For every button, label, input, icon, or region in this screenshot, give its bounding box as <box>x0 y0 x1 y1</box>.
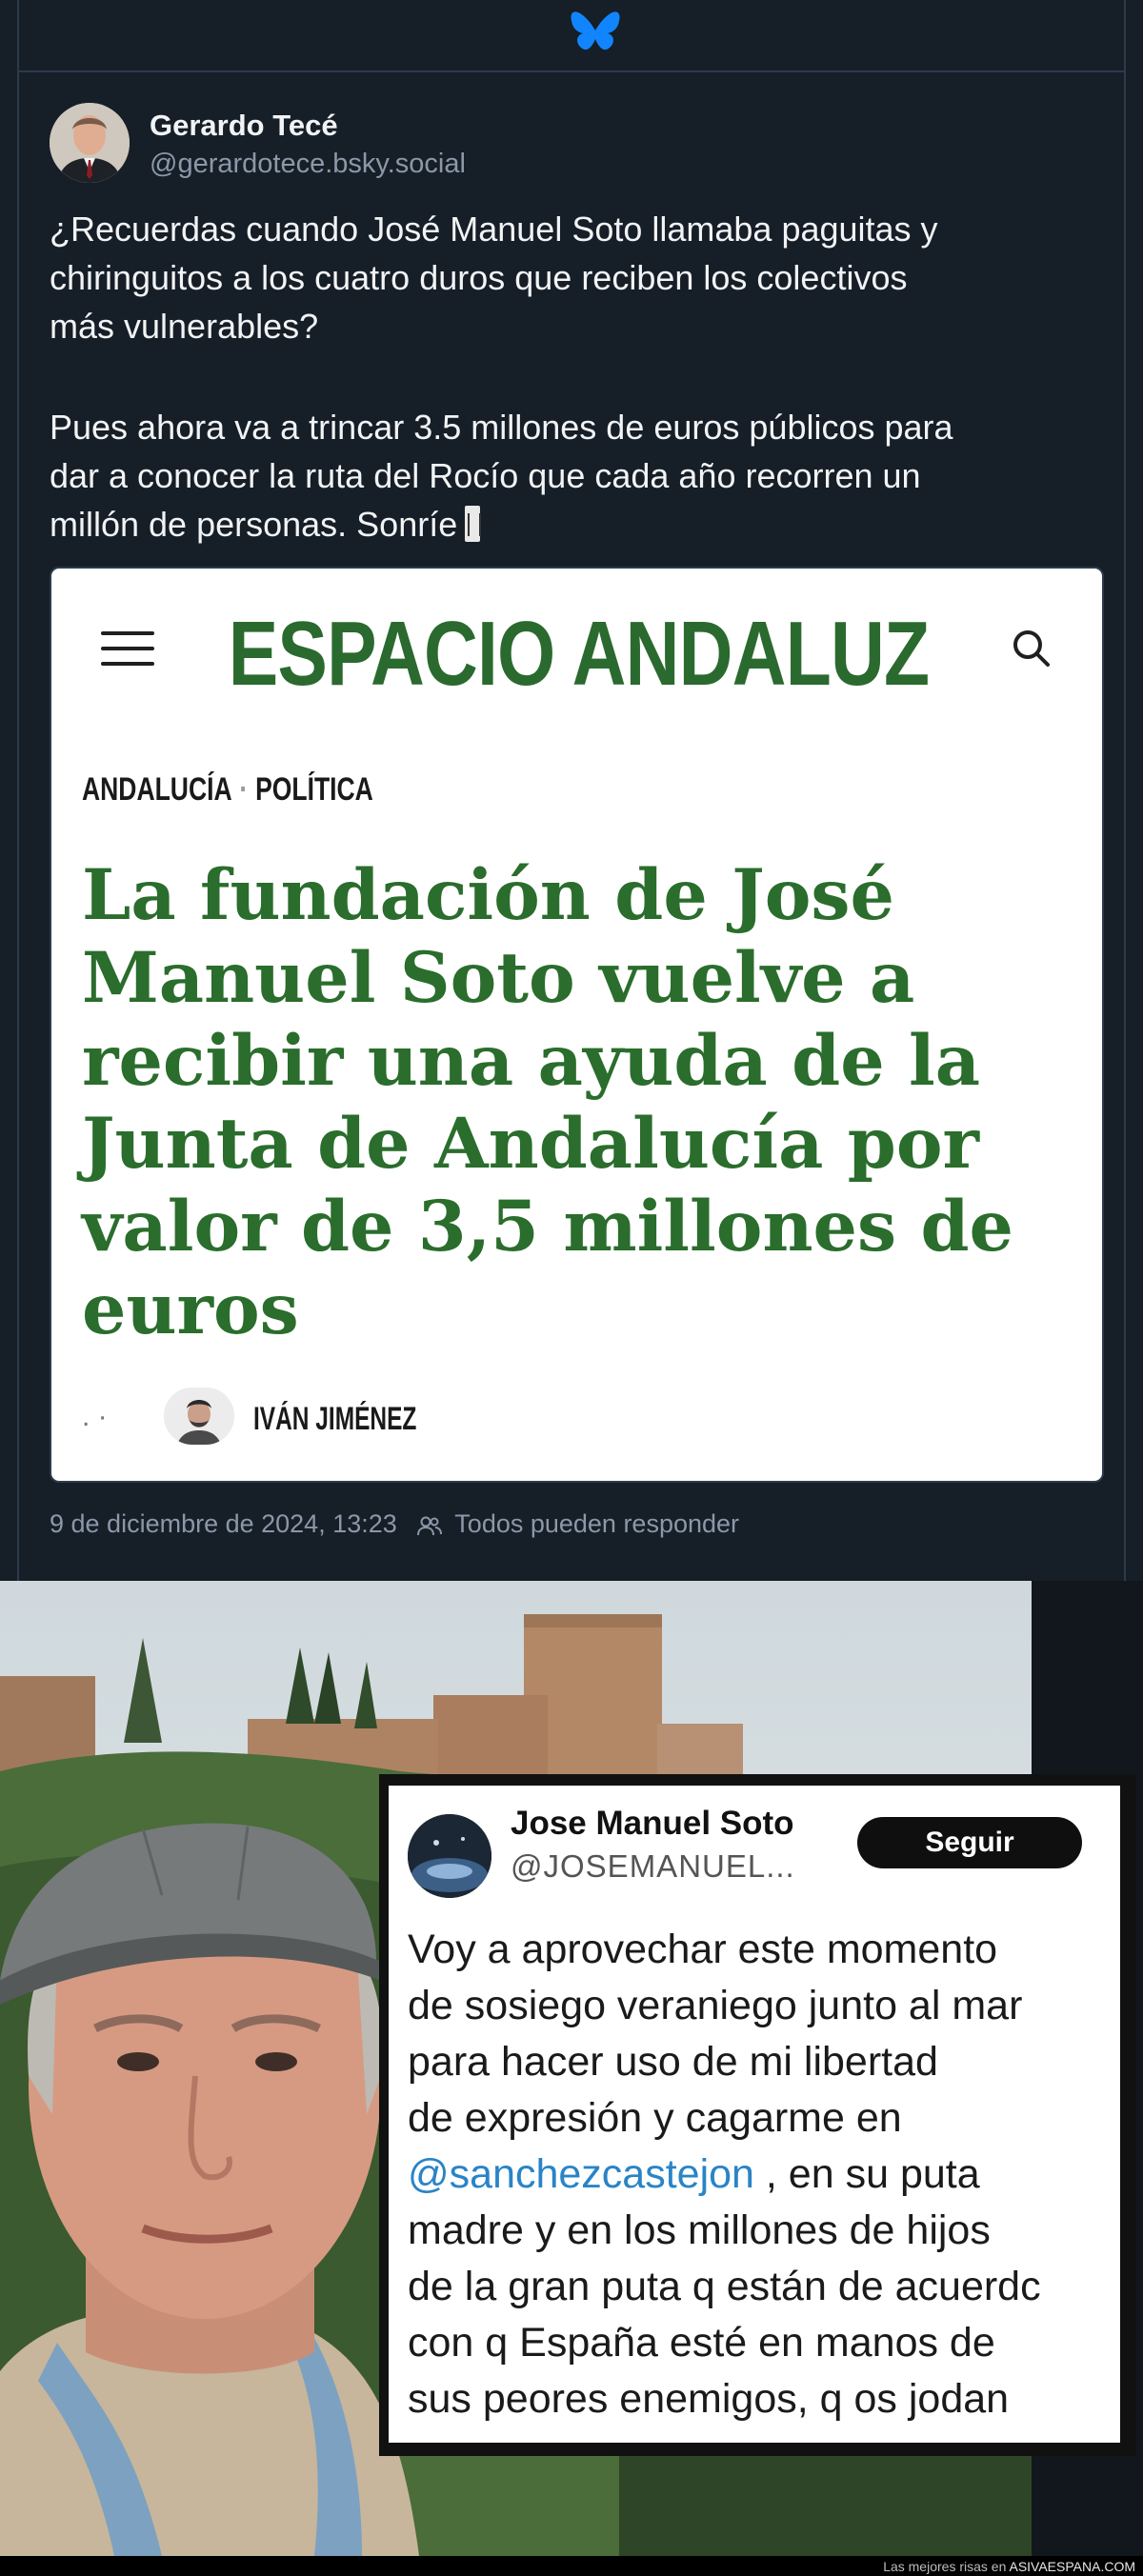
article-headline: La fundación de José Manuel Soto vuelve … <box>82 854 1013 1350</box>
journalist-name: IVÁN JIMÉNEZ <box>253 1401 417 1437</box>
site-logo: ESPACIO ANDALUZ <box>228 603 930 705</box>
photo-section: Jose Manuel Soto @JOSEMANUEL... Seguir V… <box>0 1581 1143 2556</box>
post-text-line: chiringuitos a los cuatro duros que reci… <box>50 258 908 297</box>
post-text-paragraph-2: Pues ahora va a trincar 3.5 millones de … <box>50 403 1107 549</box>
section-separator: · <box>239 771 249 808</box>
post-author[interactable]: Gerardo Tecé @gerardotece.bsky.social <box>50 103 716 185</box>
tweet-line: madre y en los millones de hijos <box>408 2207 991 2253</box>
tweet-card: Jose Manuel Soto @JOSEMANUEL... Seguir V… <box>389 1786 1120 2443</box>
journalist-avatar <box>164 1388 234 1445</box>
footer-bar: Las mejores risas en ASIVAESPANA.COM <box>0 2556 1143 2576</box>
section-politica: POLÍTICA <box>255 771 373 808</box>
post-text-line-last: millón de personas. Sonríe <box>50 500 1107 549</box>
bluesky-post: Gerardo Tecé @gerardotece.bsky.social ¿R… <box>0 0 1143 1581</box>
search-icon <box>1013 630 1050 667</box>
tweet-line: con q España esté en manos de <box>408 2320 995 2366</box>
post-text-line: dar a conocer la ruta del Rocío que cada… <box>50 456 921 495</box>
top-bar <box>19 0 1124 72</box>
follow-button[interactable]: Seguir <box>857 1817 1082 1868</box>
panel-border-right <box>1124 0 1126 1581</box>
post-text-line: más vulnerables? <box>50 307 319 346</box>
article-byline: . · IVÁN JIMÉNEZ <box>82 1388 653 1445</box>
watermark-tagline: Las mejores risas en <box>883 2559 1010 2574</box>
butterfly-icon[interactable] <box>569 10 622 57</box>
author-name[interactable]: Gerardo Tecé <box>150 109 338 143</box>
selfie-emoji-icon <box>465 506 482 542</box>
tweet-line-with-mention: @sanchezcastejon , en su puta <box>408 2147 1113 2203</box>
post-text-line: Pues ahora va a trincar 3.5 millones de … <box>50 408 953 447</box>
tweet-screenshot-frame: Jose Manuel Soto @JOSEMANUEL... Seguir V… <box>379 1774 1136 2456</box>
article-sections: ANDALUCÍA · POLÍTICA <box>82 771 373 809</box>
tweet-author-handle[interactable]: @JOSEMANUEL... <box>511 1848 795 1885</box>
news-article-card[interactable]: ESPACIO ANDALUZ ANDALUCÍA · POLÍTICA La fu… <box>50 567 1104 1483</box>
reply-setting[interactable]: Todos pueden responder <box>454 1509 739 1538</box>
tweet-line: de expresión y cagarme en <box>408 2095 902 2141</box>
tweet-line: para hacer uso de mi libertad <box>408 2039 938 2085</box>
tweet-author-name[interactable]: Jose Manuel Soto <box>511 1805 794 1843</box>
watermark: Las mejores risas en ASIVAESPANA.COM <box>883 2559 1135 2574</box>
tweet-mention-tail: , en su puta <box>753 2151 980 2197</box>
tweet-line: de la gran puta q están de acuerdc <box>408 2264 1041 2309</box>
tweet-line: de sosiego veraniego junto al mar <box>408 1983 1023 2028</box>
post-text-line: ¿Recuerdas cuando José Manuel Soto llama… <box>50 210 938 249</box>
post-meta: 9 de diciembre de 2024, 13:23 Todos pued… <box>50 1509 739 1539</box>
tweet-line: Voy a aprovechar este momento <box>408 1927 998 1972</box>
tweet-line: sus peores enemigos, q os jodan <box>408 2376 1010 2422</box>
tweet-mention-link[interactable]: @sanchezcastejon <box>408 2151 754 2197</box>
tweet-text: Voy a aprovechar este momento de sosiego… <box>408 1922 1113 2427</box>
panel-border-left <box>17 0 19 1581</box>
watermark-site[interactable]: ASIVAESPANA.COM <box>1009 2559 1135 2574</box>
byline-dots: . · <box>82 1401 108 1432</box>
post-timestamp[interactable]: 9 de diciembre de 2024, 13:23 <box>50 1509 397 1538</box>
post-text-paragraph-1: ¿Recuerdas cuando José Manuel Soto llama… <box>50 205 1107 350</box>
author-handle[interactable]: @gerardotece.bsky.social <box>150 149 466 180</box>
author-avatar[interactable] <box>50 103 130 183</box>
people-icon <box>417 1516 443 1536</box>
tweet-avatar[interactable] <box>408 1814 491 1898</box>
post-text-line: millón de personas. Sonríe <box>50 505 458 544</box>
section-andalucia: ANDALUCÍA <box>82 771 232 808</box>
